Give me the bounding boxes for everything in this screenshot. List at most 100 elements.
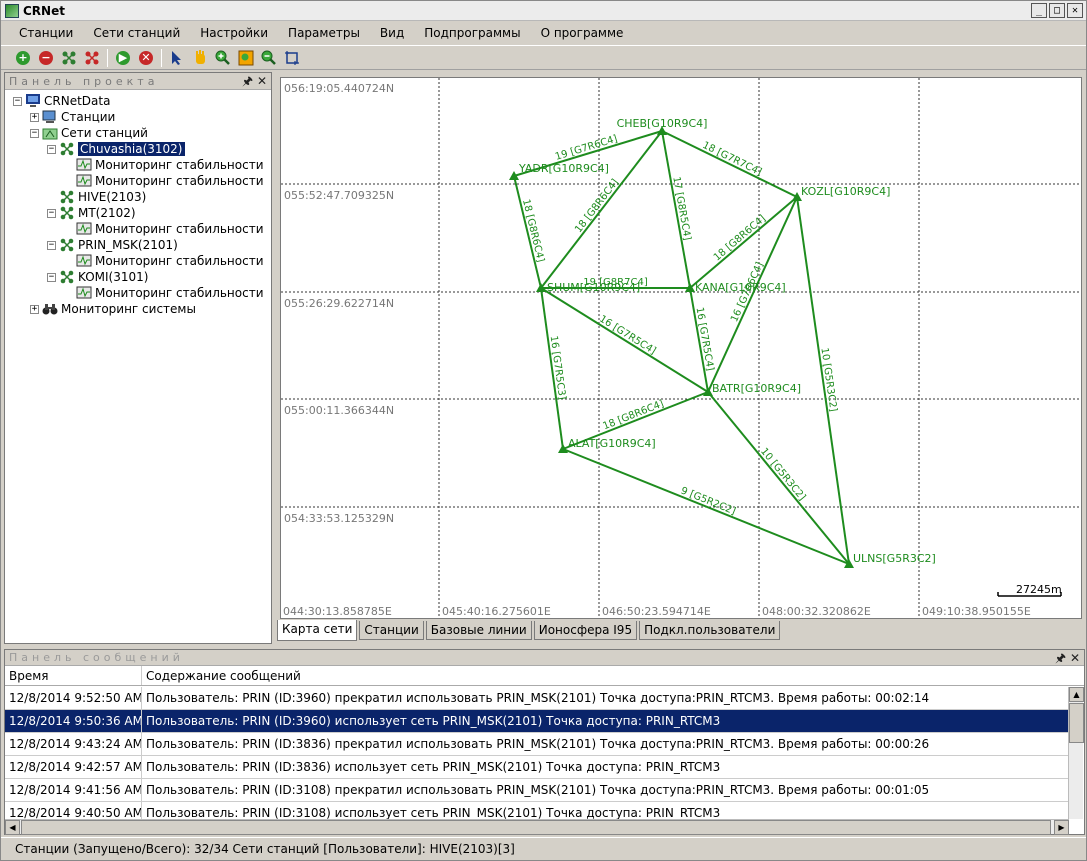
tree-monitor[interactable]: Мониторинг стабильности: [64, 157, 264, 173]
binoculars-icon: [42, 302, 58, 316]
menu-stations[interactable]: Станции: [9, 26, 83, 40]
longitude-label: 048:00:32.320862E: [762, 605, 871, 618]
tree-item[interactable]: + Станции: [30, 109, 115, 125]
station-label-batr: BATR[G10R9C4]: [712, 382, 801, 395]
collapse-icon[interactable]: −: [47, 208, 56, 218]
baseline-shum-batr[interactable]: [540, 287, 709, 393]
zoom-extent-icon[interactable]: [236, 48, 256, 68]
menu-subprograms[interactable]: Подпрограммы: [414, 26, 530, 40]
tree-item[interactable]: + Мониторинг системы: [30, 301, 196, 317]
expand-icon[interactable]: +: [30, 304, 39, 314]
network-add-icon[interactable]: [59, 48, 79, 68]
scroll-right-icon[interactable]: ▶: [1054, 820, 1069, 835]
map-canvas[interactable]: 056:19:05.440724N 055:52:47.709325N 055:26…: [281, 78, 1082, 619]
remove-icon[interactable]: −: [36, 48, 56, 68]
scroll-thumb[interactable]: [21, 820, 1051, 835]
horizontal-scrollbar[interactable]: ◀ ▶: [5, 819, 1069, 835]
baseline-label: 18 [G7R7C4]: [701, 140, 764, 178]
tree-monitor[interactable]: Мониторинг стабильности: [64, 253, 264, 269]
message-row[interactable]: 12/8/2014 9:52:50 AM Пользователь: PRIN (…: [5, 687, 1069, 710]
network-remove-icon[interactable]: [82, 48, 102, 68]
network-icon: [59, 238, 75, 252]
baseline-label: 10 [G5R3C2]: [818, 347, 838, 412]
expand-icon[interactable]: +: [30, 112, 39, 122]
tree-root[interactable]: − CRNetData: [13, 93, 110, 109]
tree-monitor[interactable]: Мониторинг стабильности: [64, 221, 264, 237]
column-header-content[interactable]: Содержание сообщений: [142, 666, 1084, 685]
message-row[interactable]: 12/8/2014 9:41:56 AM Пользователь: PRIN (…: [5, 779, 1069, 802]
collapse-icon[interactable]: −: [47, 272, 56, 282]
station-label-alat: ALAT[G10R9C4]: [568, 437, 656, 450]
minimize-button[interactable]: _: [1031, 3, 1047, 18]
tree-label: Мониторинг стабильности: [95, 174, 264, 188]
tree-network[interactable]: − MT(2102): [47, 205, 136, 221]
tree-monitor[interactable]: Мониторинг стабильности: [64, 285, 264, 301]
menu-view[interactable]: Вид: [370, 26, 414, 40]
menu-parameters[interactable]: Параметры: [278, 26, 370, 40]
tab-network-map[interactable]: Карта сети: [277, 620, 358, 641]
baseline-label: 9 [G5R2C2]: [679, 485, 737, 517]
project-panel-title: Панель проекта: [9, 75, 159, 88]
add-icon[interactable]: +: [13, 48, 33, 68]
network-icon: [59, 206, 75, 220]
menu-networks[interactable]: Сети станций: [83, 26, 190, 40]
message-row[interactable]: 12/8/2014 9:43:24 AM Пользователь: PRIN (…: [5, 733, 1069, 756]
tree-network[interactable]: HIVE(2103): [47, 189, 146, 205]
tree-item-selected[interactable]: − Chuvashia(3102): [47, 141, 185, 157]
message-row[interactable]: 12/8/2014 9:40:50 AM Пользователь: PRIN (…: [5, 802, 1069, 819]
vertical-scrollbar[interactable]: ▲: [1068, 687, 1084, 819]
scroll-thumb[interactable]: [1069, 703, 1084, 743]
computer-icon: [25, 94, 41, 108]
collapse-icon[interactable]: −: [47, 240, 56, 250]
station-label-kozl: KOZL[G10R9C4]: [801, 185, 890, 198]
play-icon[interactable]: ▶: [113, 48, 133, 68]
panel-close-icon[interactable]: ✕: [257, 74, 267, 88]
message-row[interactable]: 12/8/2014 9:50:36 AM Пользователь: PRIN (…: [5, 710, 1069, 733]
station-label-kana: KANA[G10R9C4]: [695, 281, 786, 294]
message-text: Пользователь: PRIN (ID:3836) прекратил и…: [146, 737, 930, 751]
latitude-label: 055:26:29.622714N: [284, 297, 394, 310]
close-button[interactable]: ✕: [1067, 3, 1083, 18]
collapse-icon[interactable]: −: [13, 96, 22, 106]
project-tree: − CRNetData + Станции − Сети станций − Chuvashi…: [5, 90, 271, 316]
tree-monitor[interactable]: Мониторинг стабильности: [64, 173, 264, 189]
message-time: 12/8/2014 9:43:24 AM: [5, 733, 142, 755]
pointer-icon[interactable]: [167, 48, 187, 68]
scroll-left-icon[interactable]: ◀: [5, 820, 20, 835]
zoom-out-icon[interactable]: [259, 48, 279, 68]
tree-label: Мониторинг стабильности: [95, 286, 264, 300]
pin-icon[interactable]: 🖈: [242, 74, 253, 88]
baseline-kana-kozl[interactable]: [689, 196, 798, 289]
stop-icon[interactable]: ✕: [136, 48, 156, 68]
hand-icon[interactable]: [190, 48, 210, 68]
tab-ionosphere[interactable]: Ионосфера I95: [533, 621, 638, 640]
monitor-icon: [76, 158, 92, 172]
tree-network[interactable]: − KOMI(3101): [47, 269, 148, 285]
collapse-icon[interactable]: −: [30, 128, 39, 138]
toolbar-separator: [161, 48, 162, 67]
monitor-icon: [76, 286, 92, 300]
menu-bar: Станции Сети станций Настройки Параметры…: [1, 22, 1086, 44]
message-row[interactable]: 12/8/2014 9:42:57 AM Пользователь: PRIN (…: [5, 756, 1069, 779]
menu-settings[interactable]: Настройки: [190, 26, 278, 40]
maximize-button[interactable]: □: [1049, 3, 1065, 18]
panel-close-icon[interactable]: ✕: [1070, 651, 1080, 665]
menu-about[interactable]: О программе: [531, 26, 634, 40]
collapse-icon[interactable]: −: [47, 144, 56, 154]
messages-list: 12/8/2014 9:52:50 AM Пользователь: PRIN (…: [5, 687, 1069, 819]
latitude-label: 055:52:47.709325N: [284, 189, 394, 202]
tree-item[interactable]: − Сети станций: [30, 125, 148, 141]
baseline-label: 16 [G7R5C4]: [597, 314, 658, 357]
tab-stations[interactable]: Станции: [359, 621, 424, 640]
zoom-window-icon[interactable]: [282, 48, 302, 68]
column-header-time[interactable]: Время: [5, 666, 142, 685]
tab-baselines[interactable]: Базовые линии: [425, 621, 532, 640]
tab-connected-users[interactable]: Подкл.пользователи: [639, 621, 781, 640]
tree-network[interactable]: − PRIN_MSK(2101): [47, 237, 178, 253]
pin-icon[interactable]: 🖈: [1055, 651, 1066, 665]
zoom-in-icon[interactable]: [213, 48, 233, 68]
scroll-up-icon[interactable]: ▲: [1069, 687, 1084, 702]
network-map[interactable]: 056:19:05.440724N 055:52:47.709325N 055:26…: [280, 77, 1082, 619]
network-icon: [59, 270, 75, 284]
longitude-label: 044:30:13.858785E: [283, 605, 392, 618]
